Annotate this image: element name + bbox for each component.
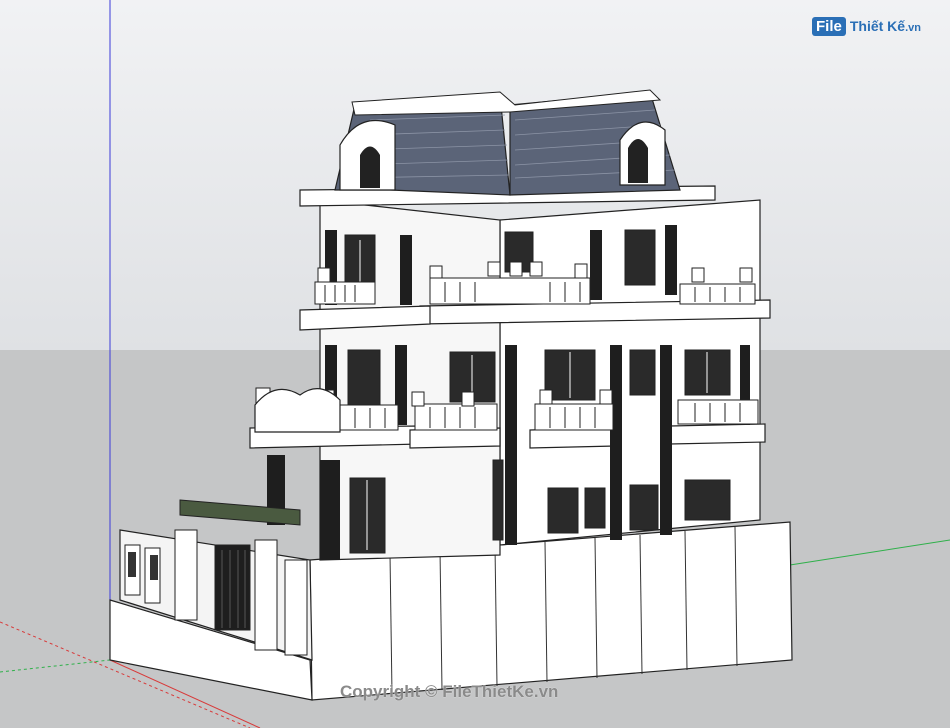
gate-pier [254, 539, 278, 651]
balcony-railing [414, 403, 498, 431]
balcony-railing [534, 403, 614, 431]
porch-pediment [254, 388, 341, 433]
gate-pier [284, 559, 308, 656]
copyright-watermark: Copyright © FileThietKe.vn [340, 682, 559, 701]
building-model[interactable] [0, 0, 950, 728]
balcony-railing [677, 399, 759, 425]
balcony-railing [679, 283, 756, 305]
brand-domain: .vn [905, 22, 921, 34]
sketchup-viewport[interactable]: File Thiết Kế.vn Copyright © FileThietKe… [0, 0, 950, 728]
green-axis-dashed [0, 659, 111, 673]
column [320, 460, 340, 560]
gate-pier [174, 529, 198, 621]
brand-name: Thiết Kế [849, 18, 906, 34]
watermark-logo: File Thiết Kế.vn [812, 12, 921, 40]
file-logo-icon: File [812, 16, 846, 36]
green-axis [789, 539, 950, 566]
balcony-railing [429, 277, 591, 305]
